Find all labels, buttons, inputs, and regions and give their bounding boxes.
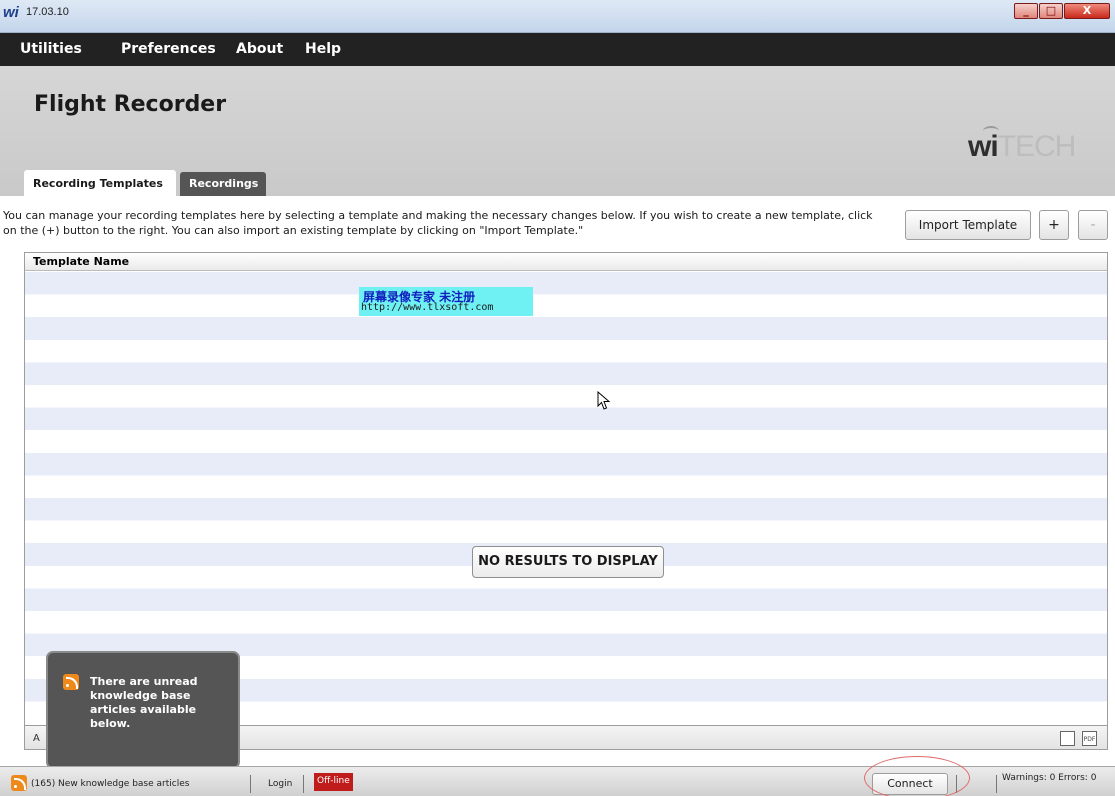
minimize-icon: _ <box>1023 4 1029 17</box>
app-logo: wi <box>3 4 19 21</box>
watermark-line2: http://www.tlxsoft.com <box>361 302 494 313</box>
separator <box>303 775 304 793</box>
tab-recordings[interactable]: Recordings <box>180 172 266 196</box>
warnings-errors-status: Warnings: 0 Errors: 0 <box>1002 773 1097 783</box>
menu-bar: Utilities Preferences About Help <box>0 33 1115 66</box>
rss-icon <box>63 674 79 690</box>
maximize-button[interactable]: □ <box>1039 3 1063 19</box>
remove-template-button[interactable]: - <box>1078 210 1108 240</box>
table-footer-label: A <box>33 733 40 744</box>
tooltip-text: There are unread knowledge base articles… <box>90 675 198 730</box>
separator <box>250 775 251 793</box>
kb-articles-link[interactable]: (165) New knowledge base articles <box>31 779 189 789</box>
close-button[interactable]: X <box>1064 3 1110 19</box>
maximize-icon: □ <box>1045 4 1057 17</box>
connection-status-badge: Off-line <box>314 773 353 791</box>
menu-utilities[interactable]: Utilities <box>20 41 82 57</box>
column-header-template-name[interactable]: Template Name <box>25 253 1107 271</box>
menu-about[interactable]: About <box>236 41 283 57</box>
window-titlebar: wi 17.03.10 _ □ X <box>0 0 1115 33</box>
separator <box>996 775 997 793</box>
minimize-button[interactable]: _ <box>1014 3 1038 19</box>
pdf-icon[interactable]: PDF <box>1082 731 1097 746</box>
tab-recording-templates[interactable]: Recording Templates <box>24 170 176 196</box>
recorder-watermark: 屏幕录像专家 未注册 http://www.tlxsoft.com <box>359 287 533 316</box>
page-description: You can manage your recording templates … <box>3 209 873 237</box>
empty-message: NO RESULTS TO DISPLAY <box>472 546 664 578</box>
export-icon[interactable] <box>1060 731 1075 746</box>
page-title: Flight Recorder <box>34 92 227 117</box>
app-version: 17.03.10 <box>26 6 69 18</box>
import-template-button[interactable]: Import Template <box>905 210 1031 240</box>
close-icon: X <box>1082 4 1092 17</box>
rss-icon[interactable] <box>11 775 27 791</box>
menu-preferences[interactable]: Preferences <box>121 41 216 57</box>
kb-notification-tooltip: There are unread knowledge base articles… <box>46 651 240 769</box>
menu-help[interactable]: Help <box>305 41 341 57</box>
mouse-cursor-icon <box>597 391 611 410</box>
login-link[interactable]: Login <box>268 779 292 789</box>
add-template-button[interactable]: + <box>1039 210 1069 240</box>
witech-logo: wiTECH <box>968 130 1076 163</box>
highlight-ring <box>864 756 970 796</box>
